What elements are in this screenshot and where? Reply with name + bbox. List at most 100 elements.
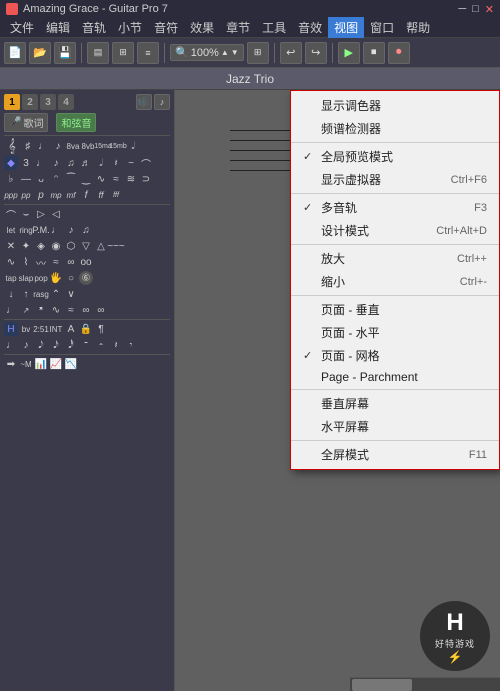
sym-x1[interactable]: ✕ xyxy=(4,239,18,253)
sym-n2[interactable]: ♩ xyxy=(4,303,18,317)
sym-n7[interactable]: ∞ xyxy=(79,303,93,317)
view-btn1[interactable]: ▤ xyxy=(87,42,109,64)
sym-m6[interactable]: 𝄻 xyxy=(79,338,93,352)
sym-dash3[interactable]: ♫ xyxy=(64,156,78,170)
sym-n6[interactable]: ≈ xyxy=(64,303,78,317)
sym-n4[interactable]: 𝄺 xyxy=(34,303,48,317)
sym-pp[interactable]: pp xyxy=(19,188,33,202)
sym-eq5[interactable]: 📉 xyxy=(64,357,78,371)
sym-x7[interactable]: △ xyxy=(94,239,108,253)
sym-a5[interactable]: ∨ xyxy=(64,287,78,301)
sym-m5[interactable]: 𝅘𝅥𝅰 xyxy=(64,338,78,352)
sym-eq4[interactable]: 📈 xyxy=(49,357,63,371)
menu-item-spectrum[interactable]: 频谱检测器 xyxy=(291,117,499,140)
sym-n3[interactable]: ↗ xyxy=(19,303,33,317)
menu-measure[interactable]: 小节 xyxy=(112,17,148,38)
play-button[interactable]: ▶ xyxy=(338,42,360,64)
undo-button[interactable]: ↩ xyxy=(280,42,302,64)
sym-p[interactable]: p xyxy=(34,188,48,202)
menu-note[interactable]: 音符 xyxy=(148,17,184,38)
sym-t1[interactable]: ᴗ xyxy=(34,172,48,186)
menu-sound[interactable]: 音效 xyxy=(292,17,328,38)
sym-dash5[interactable]: 𝅗𝅥 xyxy=(94,156,108,170)
sym-dash8[interactable]: ⌒ xyxy=(139,156,153,170)
track-ctrl-b[interactable]: ♪ xyxy=(154,94,170,110)
sym-dash1[interactable]: ♩ xyxy=(34,156,48,170)
sym-g1[interactable]: let xyxy=(4,223,18,237)
sym-l7[interactable]: ¶ xyxy=(94,322,108,336)
sym-a2[interactable]: ↑ xyxy=(19,287,33,301)
sym-t4[interactable]: ‿ xyxy=(79,172,93,186)
maximize-btn[interactable]: □ xyxy=(472,3,479,16)
track-num-3[interactable]: 3 xyxy=(40,94,56,110)
sym-g2[interactable]: ring xyxy=(19,223,33,237)
sym-l2[interactable]: bv xyxy=(19,322,33,336)
sym-g4[interactable]: ♩ xyxy=(49,223,63,237)
menu-item-page-parchment[interactable]: Page - Parchment xyxy=(291,367,499,387)
sym-circle[interactable]: ○ xyxy=(64,271,78,285)
sym-blue-1[interactable]: ◆ xyxy=(4,156,18,170)
sym-mf[interactable]: mf xyxy=(64,188,78,202)
menu-item-color-picker[interactable]: 显示调色器 xyxy=(291,94,499,117)
sym-x6[interactable]: ▽ xyxy=(79,239,93,253)
sym-6[interactable]: ⑥ xyxy=(79,271,93,285)
sym-l5[interactable]: A xyxy=(64,322,78,336)
sym-n8[interactable]: ∞ xyxy=(94,303,108,317)
sym-eq3[interactable]: 📊 xyxy=(34,357,48,371)
sym-m1[interactable]: ♩ xyxy=(4,338,18,352)
chord-button[interactable]: 和弦音 xyxy=(56,113,96,132)
sym-15mb[interactable]: 15mb xyxy=(111,139,125,153)
sym-fff[interactable]: fff xyxy=(109,188,123,202)
sym-eq1[interactable]: ➡ xyxy=(4,357,18,371)
sym-l4[interactable]: INT xyxy=(49,322,63,336)
sym-ff[interactable]: ff xyxy=(94,188,108,202)
sym-note1[interactable]: ♩ xyxy=(36,139,50,153)
menu-window[interactable]: 窗口 xyxy=(364,17,400,38)
menu-tools[interactable]: 工具 xyxy=(256,17,292,38)
menu-item-page-vertical[interactable]: 页面 - 垂直 xyxy=(291,298,499,321)
menu-item-zoom-out[interactable]: 缩小 Ctrl+- xyxy=(291,270,499,293)
sym-l6[interactable]: 🔒 xyxy=(79,322,93,336)
sym-m2[interactable]: ♪ xyxy=(19,338,33,352)
record-button[interactable]: ⏺ xyxy=(388,42,410,64)
sym-dash4[interactable]: ♬ xyxy=(79,156,93,170)
sym-eq2[interactable]: ~M xyxy=(19,357,33,371)
menu-track[interactable]: 音轨 xyxy=(76,17,112,38)
sym-m4[interactable]: 𝅘𝅥𝅯 xyxy=(49,338,63,352)
menu-item-vertical-screen[interactable]: 垂直屏幕 xyxy=(291,392,499,415)
menu-item-page-horizontal[interactable]: 页面 - 水平 xyxy=(291,321,499,344)
sym-w5[interactable]: ∞ xyxy=(64,255,78,269)
sym-g3[interactable]: P.M. xyxy=(34,223,48,237)
track-ctrl-a[interactable]: 🎼 xyxy=(136,94,152,110)
menu-chapter[interactable]: 章节 xyxy=(220,17,256,38)
menu-effects[interactable]: 效果 xyxy=(184,17,220,38)
sym-note2[interactable]: ♪ xyxy=(51,139,65,153)
sym-t2[interactable]: ᵔ xyxy=(49,172,63,186)
track-num-1[interactable]: 1 xyxy=(4,94,20,110)
sym-x5[interactable]: ⬡ xyxy=(64,239,78,253)
stop-button[interactable]: ⏹ xyxy=(363,42,385,64)
sym-3[interactable]: 3 xyxy=(19,156,33,170)
sym-w6[interactable]: oo xyxy=(79,255,93,269)
sym-m8[interactable]: 𝄽 xyxy=(109,338,123,352)
sym-w3[interactable]: 〰 xyxy=(34,255,48,269)
sym-mp[interactable]: mp xyxy=(49,188,63,202)
sym-t6[interactable]: ≈ xyxy=(109,172,123,186)
view-btn3[interactable]: ≡ xyxy=(137,42,159,64)
sym-tap[interactable]: tap xyxy=(4,271,18,285)
sym-dash2[interactable]: ♪ xyxy=(49,156,63,170)
grid-btn[interactable]: ⊞ xyxy=(247,42,269,64)
sym-l1[interactable]: H xyxy=(4,322,18,336)
menu-file[interactable]: 文件 xyxy=(4,17,40,38)
sym-w4[interactable]: ≈ xyxy=(49,255,63,269)
sym-8vb[interactable]: 8vb xyxy=(81,139,95,153)
sym-hand[interactable]: 🖐 xyxy=(49,271,63,285)
sym-a1[interactable]: ↓ xyxy=(4,287,18,301)
menu-item-horizontal-screen[interactable]: 水平屏幕 xyxy=(291,415,499,438)
sym-x2[interactable]: ✦ xyxy=(19,239,33,253)
sym-dash6[interactable]: 𝄽 xyxy=(109,156,123,170)
track-num-2[interactable]: 2 xyxy=(22,94,38,110)
menu-view[interactable]: 视图 xyxy=(328,17,364,38)
open-button[interactable]: 📂 xyxy=(29,42,51,64)
new-button[interactable]: 📄 xyxy=(4,42,26,64)
